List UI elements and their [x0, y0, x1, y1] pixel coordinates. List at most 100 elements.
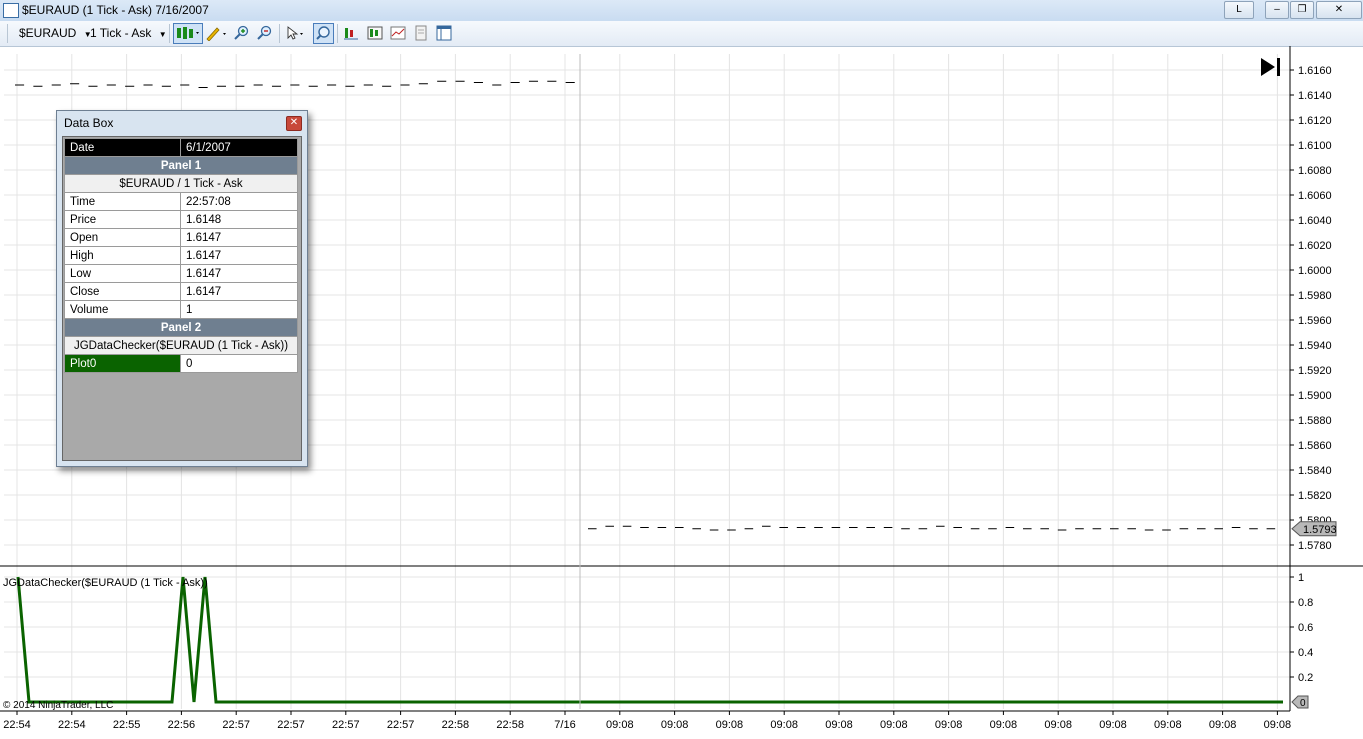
- instrument-label: $EURAUD: [19, 26, 77, 40]
- time-tick-label: 09:08: [1099, 719, 1127, 731]
- interval-label: 1 Tick - Ask: [90, 26, 152, 40]
- zoom-out-button[interactable]: [256, 25, 272, 41]
- title-bar: $EURAUD (1 Tick - Ask) 7/16/2007 L – ❐ ✕: [0, 0, 1363, 22]
- data-box-content: Date 6/1/2007 Panel 1 $EURAUD / 1 Tick -…: [62, 136, 302, 461]
- time-tick-label: 22:54: [58, 719, 86, 731]
- price-tick-label: 1.6120: [1298, 115, 1332, 127]
- play-triangle-icon: [1261, 58, 1275, 76]
- magnifier-button[interactable]: [313, 23, 334, 44]
- properties-icon: [436, 25, 452, 41]
- row-value: 1.6147: [180, 246, 298, 265]
- instrument-selector[interactable]: $EURAUD ▼: [19, 26, 92, 40]
- zoom-in-button[interactable]: [233, 25, 249, 41]
- data-row: Price 1.6148: [64, 210, 298, 229]
- price-tick-label: 1.5960: [1298, 315, 1332, 327]
- date-label: Date: [64, 138, 181, 157]
- last-price-label: 1.5793: [1303, 524, 1337, 536]
- scroll-to-end-icon[interactable]: [1261, 58, 1280, 76]
- candlestick-icon: [177, 27, 199, 39]
- time-tick-label: 22:57: [277, 719, 305, 731]
- last-indicator-label: 0: [1300, 698, 1306, 709]
- panel-1-header: Panel 1: [64, 156, 298, 175]
- row-value: 1.6147: [180, 228, 298, 247]
- panel-1-series: $EURAUD / 1 Tick - Ask: [64, 174, 298, 193]
- copy-button[interactable]: [413, 25, 429, 41]
- data-box-title: Data Box: [64, 116, 114, 130]
- price-tick-label: 1.5880: [1298, 415, 1332, 427]
- time-tick-label: 22:57: [222, 719, 250, 731]
- data-series-button[interactable]: [390, 25, 406, 41]
- price-tick-label: 1.6040: [1298, 215, 1332, 227]
- indicator-panel-label: JGDataChecker($EURAUD (1 Tick - Ask)): [3, 577, 208, 589]
- jgdatachecker-plot-line: [16, 576, 1283, 704]
- end-bar-icon: [1277, 58, 1280, 76]
- row-value: 1.6148: [180, 210, 298, 229]
- time-tick-label: 09:08: [661, 719, 689, 731]
- minimize-button[interactable]: –: [1265, 1, 1289, 19]
- indicators-icon: [344, 28, 358, 40]
- data-box-window[interactable]: Data Box ✕ Date 6/1/2007 Panel 1 $EURAUD…: [56, 110, 308, 467]
- time-tick-label: 09:08: [716, 719, 744, 731]
- link-button[interactable]: L: [1224, 1, 1254, 19]
- price-tick-label: 1.5980: [1298, 290, 1332, 302]
- panel-2-header: Panel 2: [64, 318, 298, 337]
- toolbar-separator: [279, 24, 280, 43]
- panel-2-series: JGDataChecker($EURAUD (1 Tick - Ask)): [64, 336, 298, 355]
- strategies-button[interactable]: [367, 25, 383, 41]
- toolbar-grip: [7, 24, 8, 43]
- row-label: Price: [64, 210, 181, 229]
- price-tick-label: 1.6100: [1298, 140, 1332, 152]
- interval-selector[interactable]: 1 Tick - Ask ▼: [90, 26, 167, 40]
- maximize-button[interactable]: ❐: [1290, 1, 1314, 19]
- time-tick-label: 22:57: [387, 719, 415, 731]
- price-tick-label: 1.6140: [1298, 90, 1332, 102]
- price-tick-label: 1.6000: [1298, 265, 1332, 277]
- drawing-tool-button[interactable]: [205, 25, 226, 42]
- properties-button[interactable]: [436, 25, 452, 41]
- close-window-button[interactable]: ✕: [1316, 1, 1362, 19]
- chart-app-icon: [3, 3, 19, 18]
- time-tick-label: 09:08: [1209, 719, 1237, 731]
- row-label: Open: [64, 228, 181, 247]
- row-value: 1.6147: [180, 282, 298, 301]
- bar-type-button[interactable]: [173, 23, 203, 44]
- time-tick-label: 7/16: [554, 719, 575, 731]
- time-tick-label: 22:55: [113, 719, 141, 731]
- row-label: Time: [64, 192, 181, 211]
- row-value: 22:57:08: [180, 192, 298, 211]
- time-tick-label: 09:08: [825, 719, 853, 731]
- indicators-button[interactable]: [343, 25, 359, 41]
- price-tick-label: 1.5920: [1298, 365, 1332, 377]
- time-tick-label: 09:08: [880, 719, 908, 731]
- data-row: Low 1.6147: [64, 264, 298, 283]
- copyright-text: © 2014 NinjaTrader, LLC: [3, 700, 113, 711]
- document-icon: [415, 25, 427, 41]
- time-tick-label: 09:08: [935, 719, 963, 731]
- time-tick-label: 09:08: [770, 719, 798, 731]
- row-label: High: [64, 246, 181, 265]
- price-tick-label: 1.6160: [1298, 65, 1332, 77]
- row-label: Low: [64, 264, 181, 283]
- price-tick-label: 1.5840: [1298, 465, 1332, 477]
- zoom-out-icon: [257, 25, 272, 40]
- date-row: Date 6/1/2007: [64, 138, 298, 157]
- chevron-down-icon: ▼: [158, 30, 167, 39]
- price-tick-label: 1.6080: [1298, 165, 1332, 177]
- row-label: Close: [64, 282, 181, 301]
- data-box-close-button[interactable]: ✕: [286, 116, 302, 131]
- pointer-tool-button[interactable]: [285, 25, 303, 41]
- data-row: Volume 1: [64, 300, 298, 319]
- price-tick-label: 1.6060: [1298, 190, 1332, 202]
- indicator-tick-label: 0.2: [1298, 672, 1313, 684]
- row-label: Volume: [64, 300, 181, 319]
- indicator-tick-label: 0.4: [1298, 647, 1313, 659]
- plot-label: Plot0: [64, 354, 181, 373]
- data-row: High 1.6147: [64, 246, 298, 265]
- window-title: $EURAUD (1 Tick - Ask) 7/16/2007: [22, 3, 209, 17]
- date-value: 6/1/2007: [180, 138, 298, 157]
- time-tick-label: 09:08: [1044, 719, 1072, 731]
- data-row: Time 22:57:08: [64, 192, 298, 211]
- zoom-in-icon: [234, 25, 249, 40]
- data-row: Open 1.6147: [64, 228, 298, 247]
- row-value: 1: [180, 300, 298, 319]
